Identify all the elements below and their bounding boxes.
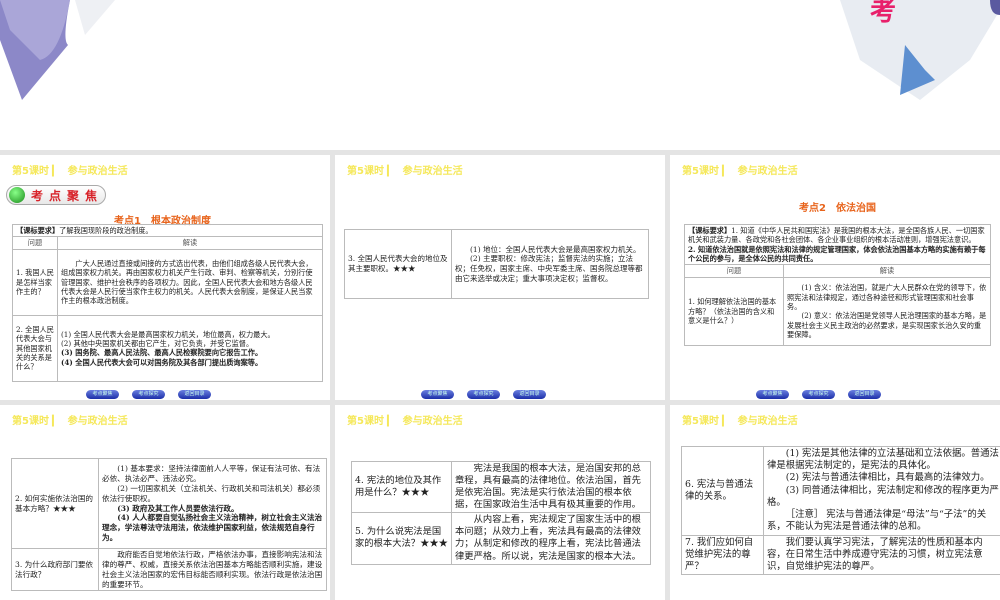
svg-text:考: 考	[870, 0, 896, 27]
green-ball-icon	[9, 187, 25, 203]
slide-5[interactable]: 第5课时 ▎ 参与政治生活 4. 宪法的地位及其作用是什么？★★★ 宪法是我国的根本大…	[335, 405, 665, 600]
slide-1[interactable]: 第5课时 ▎ 参与政治生活 考点聚焦 考点1 根本政治制度 【课标要求】了解我国现阶…	[0, 155, 330, 400]
nav-button[interactable]: 返回目录	[513, 390, 546, 399]
content-table: 3. 全国人民代表大会的地位及其主要职权。★★★ (1) 地位：全国人民代表大会是…	[344, 229, 649, 299]
nav-button[interactable]: 考点聚焦	[86, 390, 119, 399]
slide-nav: 考点聚焦 考点探究 返回目录	[756, 390, 881, 399]
slide-4[interactable]: 第5课时 ▎ 参与政治生活 2. 如何实施依法治国的基本方略？★★★ (1) 基本要求…	[0, 405, 330, 600]
nav-button[interactable]: 考点聚焦	[421, 390, 454, 399]
slide-6[interactable]: 第5课时 ▎ 参与政治生活 6. 宪法与普通法律的关系。 (1) 宪法是其他法律的立法…	[670, 405, 1000, 600]
section-title: 考点2 依法治国	[799, 203, 876, 214]
nav-button[interactable]: 返回目录	[178, 390, 211, 399]
content-table: 6. 宪法与普通法律的关系。 (1) 宪法是其他法律的立法基础和立法依据。普通法律…	[681, 446, 1000, 576]
slide-3[interactable]: 第5课时 ▎ 参与政治生活 考点2 依法治国 【课标要求】1. 知道《中华人民共和国…	[670, 155, 1000, 400]
content-table: 【课标要求】了解我国现阶段的政治制度。 问题 解读 1. 我国人民是怎样当家作主的…	[12, 223, 323, 382]
slide-header: 第5课时 ▎ 参与政治生活	[12, 166, 128, 177]
slide-header: 第5课时 ▎ 参与政治生活	[12, 416, 128, 427]
content-table: 2. 如何实施依法治国的基本方略？★★★ (1) 基本要求：坚持法律面前人人平等，…	[11, 458, 327, 592]
nav-button[interactable]: 考点聚焦	[756, 390, 789, 399]
slide-header: 第5课时 ▎ 参与政治生活	[347, 416, 463, 427]
content-table: 4. 宪法的地位及其作用是什么？★★★ 宪法是我国的根本大法，是治国安邦的总章程，…	[351, 460, 651, 565]
slide-nav: 考点聚焦 考点探究 返回目录	[86, 390, 211, 399]
slide-2[interactable]: 第5课时 ▎ 参与政治生活 3. 全国人民代表大会的地位及其主要职权。★★★ (1) …	[335, 155, 665, 400]
slide-header: 第5课时 ▎ 参与政治生活	[682, 416, 798, 427]
nav-button[interactable]: 考点探究	[467, 390, 500, 399]
slide-header: 第5课时 ▎ 参与政治生活	[347, 166, 463, 177]
top-right-decoration: 考	[840, 0, 1000, 100]
nav-button[interactable]: 考点探究	[132, 390, 165, 399]
slide-nav: 考点聚焦 考点探究 返回目录	[421, 390, 546, 399]
content-table: 【课标要求】1. 知道《中华人民共和国宪法》是我国的根本大法，是全国各族人民、一…	[684, 223, 991, 346]
topic-badge: 考点聚焦	[6, 185, 106, 205]
slide-header: 第5课时 ▎ 参与政治生活	[682, 166, 798, 177]
nav-button[interactable]: 考点探究	[802, 390, 835, 399]
nav-button[interactable]: 返回目录	[848, 390, 881, 399]
top-left-decoration	[0, 0, 115, 100]
